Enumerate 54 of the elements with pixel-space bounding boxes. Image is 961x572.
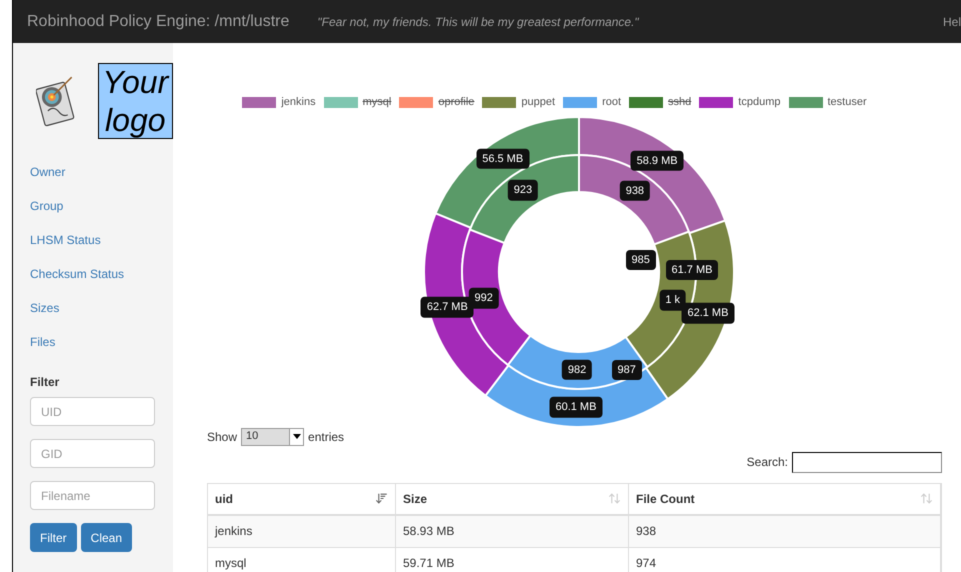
value-label: 62.1 MB [681,302,734,324]
value-label: 923 [508,180,538,200]
sidebar-link[interactable]: Group [30,189,64,223]
value-label: 58.9 MB [630,150,684,171]
value-label: 938 [620,180,650,201]
value-label: 992 [468,288,499,308]
value-label: 61.7 MB [666,260,718,280]
sort-icon [920,492,933,505]
search-label: Search: [746,454,788,471]
legend-item[interactable]: jenkins [242,94,316,110]
sidebar-link[interactable]: Owner [30,155,66,189]
entries-label: entries [308,428,344,446]
table-cell: 974 [629,548,941,572]
filter-field[interactable]: UID [30,397,155,426]
filter-button[interactable]: Filter [30,523,77,552]
table-cell: 59.71 MB [396,548,629,572]
column-header[interactable]: File Count [629,484,941,514]
clean-button[interactable]: Clean [80,523,132,552]
column-header[interactable]: Size [396,484,629,514]
sidebar-link[interactable]: Sizes [30,291,60,325]
table-cell: 938 [629,516,941,546]
legend-item[interactable]: puppet [482,94,556,110]
column-header[interactable]: uid [208,484,396,514]
table-cell: mysql [208,548,396,572]
table-cell: jenkins [208,516,396,546]
app-title[interactable]: Robinhood Policy Engine: /mnt/lustre [27,10,290,34]
value-label: 985 [626,250,656,270]
filter-field[interactable]: GID [30,439,155,468]
value-label: 987 [612,360,642,380]
legend-item[interactable]: testuser [788,94,867,110]
filter-title: Filter [30,374,60,391]
value-label: 982 [562,360,592,380]
search-field[interactable] [792,452,942,472]
legend-item[interactable]: tcpdump [699,94,780,110]
sidebar-link[interactable]: Checksum Status [30,257,124,291]
value-label: 1 k [659,290,686,311]
help-link[interactable]: Hel [942,12,961,30]
legend-item[interactable]: oprofile [399,94,474,110]
logo: Your logo [98,63,173,139]
filter-field[interactable]: Filename [30,481,155,510]
value-label: 60.1 MB [549,397,602,418]
motto-text: "Fear not, my friends. This will be my greatest performance." [317,14,639,30]
show-label: Show [207,428,238,446]
value-label: 62.7 MB [420,297,474,318]
legend-item[interactable]: root [563,94,622,110]
sidebar-link[interactable]: LHSM Status [30,223,101,257]
sort-icon [608,492,621,505]
table-cell: 58.93 MB [396,516,629,546]
legend-item[interactable]: mysql [324,94,392,110]
sidebar-link[interactable]: Files [30,325,56,359]
page-size-select[interactable]: 10 [241,428,304,446]
value-label: 56.5 MB [476,148,530,169]
legend-item[interactable]: sshd [629,94,692,110]
sort-icon [375,492,388,505]
